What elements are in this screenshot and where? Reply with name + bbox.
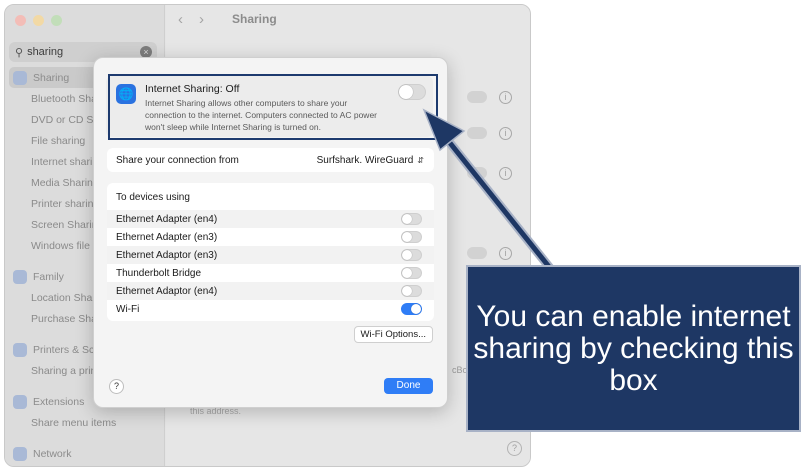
background-toggle[interactable]	[467, 247, 487, 259]
device-row: Ethernet Adapter (en4)	[107, 210, 434, 228]
minimize-window-button[interactable]	[33, 15, 44, 26]
wifi-options-button[interactable]: Wi-Fi Options...	[353, 326, 433, 343]
callout-box: You can enable internet sharing by check…	[466, 265, 801, 432]
device-label: Wi-Fi	[116, 303, 140, 315]
zoom-window-button[interactable]	[51, 15, 62, 26]
share-from-label: Share your connection from	[116, 154, 239, 166]
background-toggle[interactable]	[467, 127, 487, 139]
device-label: Ethernet Adaptor (en4)	[116, 285, 218, 297]
category-icon	[13, 70, 27, 85]
device-row: Ethernet Adaptor (en3)	[107, 246, 434, 264]
callout-text: You can enable internet sharing by check…	[473, 299, 794, 397]
help-button[interactable]: ?	[109, 379, 124, 394]
category-icon	[13, 394, 27, 409]
highlight-box	[108, 74, 438, 140]
close-window-button[interactable]	[15, 15, 26, 26]
background-toggle[interactable]	[467, 91, 487, 103]
share-from-row[interactable]: Share your connection from Surfshark. Wi…	[107, 148, 434, 172]
category-icon	[13, 269, 27, 284]
sidebar-item-label: File sharing	[31, 134, 86, 147]
device-toggle[interactable]	[401, 249, 422, 261]
sidebar-item-label: Printer sharin	[31, 197, 94, 210]
search-input[interactable]: sharing	[27, 46, 63, 58]
devices-list: Ethernet Adapter (en4) Ethernet Adapter (…	[107, 210, 434, 318]
info-icon[interactable]: i	[499, 126, 512, 140]
background-row: i	[442, 165, 512, 181]
window-controls	[15, 15, 62, 26]
navigation-arrows: ‹ ›	[178, 11, 204, 28]
background-row: i	[442, 125, 512, 141]
sidebar-item-label: Bluetooth Sha	[31, 92, 97, 105]
category-icon	[13, 342, 27, 357]
done-button[interactable]: Done	[384, 378, 433, 394]
share-from-value: Surfshark. WireGuard	[316, 154, 414, 166]
background-row: i	[442, 245, 512, 261]
back-icon[interactable]: ‹	[178, 11, 183, 28]
sidebar-item[interactable]: Network	[5, 443, 165, 464]
device-toggle[interactable]	[401, 267, 422, 279]
background-toggle[interactable]	[467, 167, 487, 179]
device-row: Ethernet Adaptor (en4)	[107, 282, 434, 300]
device-label: Ethernet Adapter (en3)	[116, 231, 218, 243]
devices-heading: To devices using	[116, 192, 190, 203]
device-row: Thunderbolt Bridge	[107, 264, 434, 282]
device-toggle[interactable]	[401, 213, 422, 225]
search-icon: ⚲	[15, 46, 24, 59]
device-row: Wi-Fi	[107, 300, 434, 318]
sidebar-item-label: Sharing a prin	[31, 364, 97, 377]
sidebar-item-label: Screen Sharin	[31, 218, 98, 231]
sidebar-item-label: Family	[33, 270, 64, 283]
screenshot-stage: ⚲ sharing × Sharing Bluetooth Sha DVD or C…	[0, 0, 806, 472]
device-toggle[interactable]	[401, 285, 422, 297]
sidebar-item[interactable]: Share menu items	[5, 412, 165, 433]
sidebar-item-label: Printers & Sca	[33, 343, 101, 356]
background-row: i	[442, 89, 512, 105]
help-button[interactable]: ?	[507, 441, 522, 456]
share-from-select[interactable]: Surfshark. WireGuard ⇵	[317, 155, 424, 166]
page-title: Sharing	[232, 12, 277, 26]
sidebar-item-label: DVD or CD Sh	[31, 113, 100, 126]
info-icon[interactable]: i	[499, 166, 512, 180]
sidebar-item-label: Share menu items	[31, 416, 117, 429]
device-row: Ethernet Adapter (en3)	[107, 228, 434, 246]
sidebar-item-label: Internet shari	[31, 155, 93, 168]
updown-chevron-icon: ⇵	[417, 155, 424, 165]
devices-box: To devices using Ethernet Adapter (en4) E…	[107, 183, 434, 321]
info-icon[interactable]: i	[499, 90, 512, 104]
sidebar-item-label: Location Shar	[31, 291, 96, 304]
device-toggle[interactable]	[401, 231, 422, 243]
forward-icon[interactable]: ›	[199, 11, 204, 28]
category-icon	[13, 446, 27, 461]
sidebar-item-label: Extensions	[33, 395, 85, 408]
sidebar-item-label: Media Sharing	[31, 176, 99, 189]
sidebar-item-label: Purchase Sha	[31, 312, 97, 325]
device-label: Thunderbolt Bridge	[116, 267, 202, 279]
sidebar-item-label: Windows file s	[31, 239, 99, 252]
device-label: Ethernet Adapter (en4)	[116, 213, 218, 225]
sidebar-item-label: Network	[33, 447, 72, 460]
info-icon[interactable]: i	[499, 246, 512, 260]
sidebar-item-label: Sharing	[33, 71, 70, 84]
device-label: Ethernet Adaptor (en3)	[116, 249, 218, 261]
device-toggle[interactable]	[401, 303, 422, 315]
